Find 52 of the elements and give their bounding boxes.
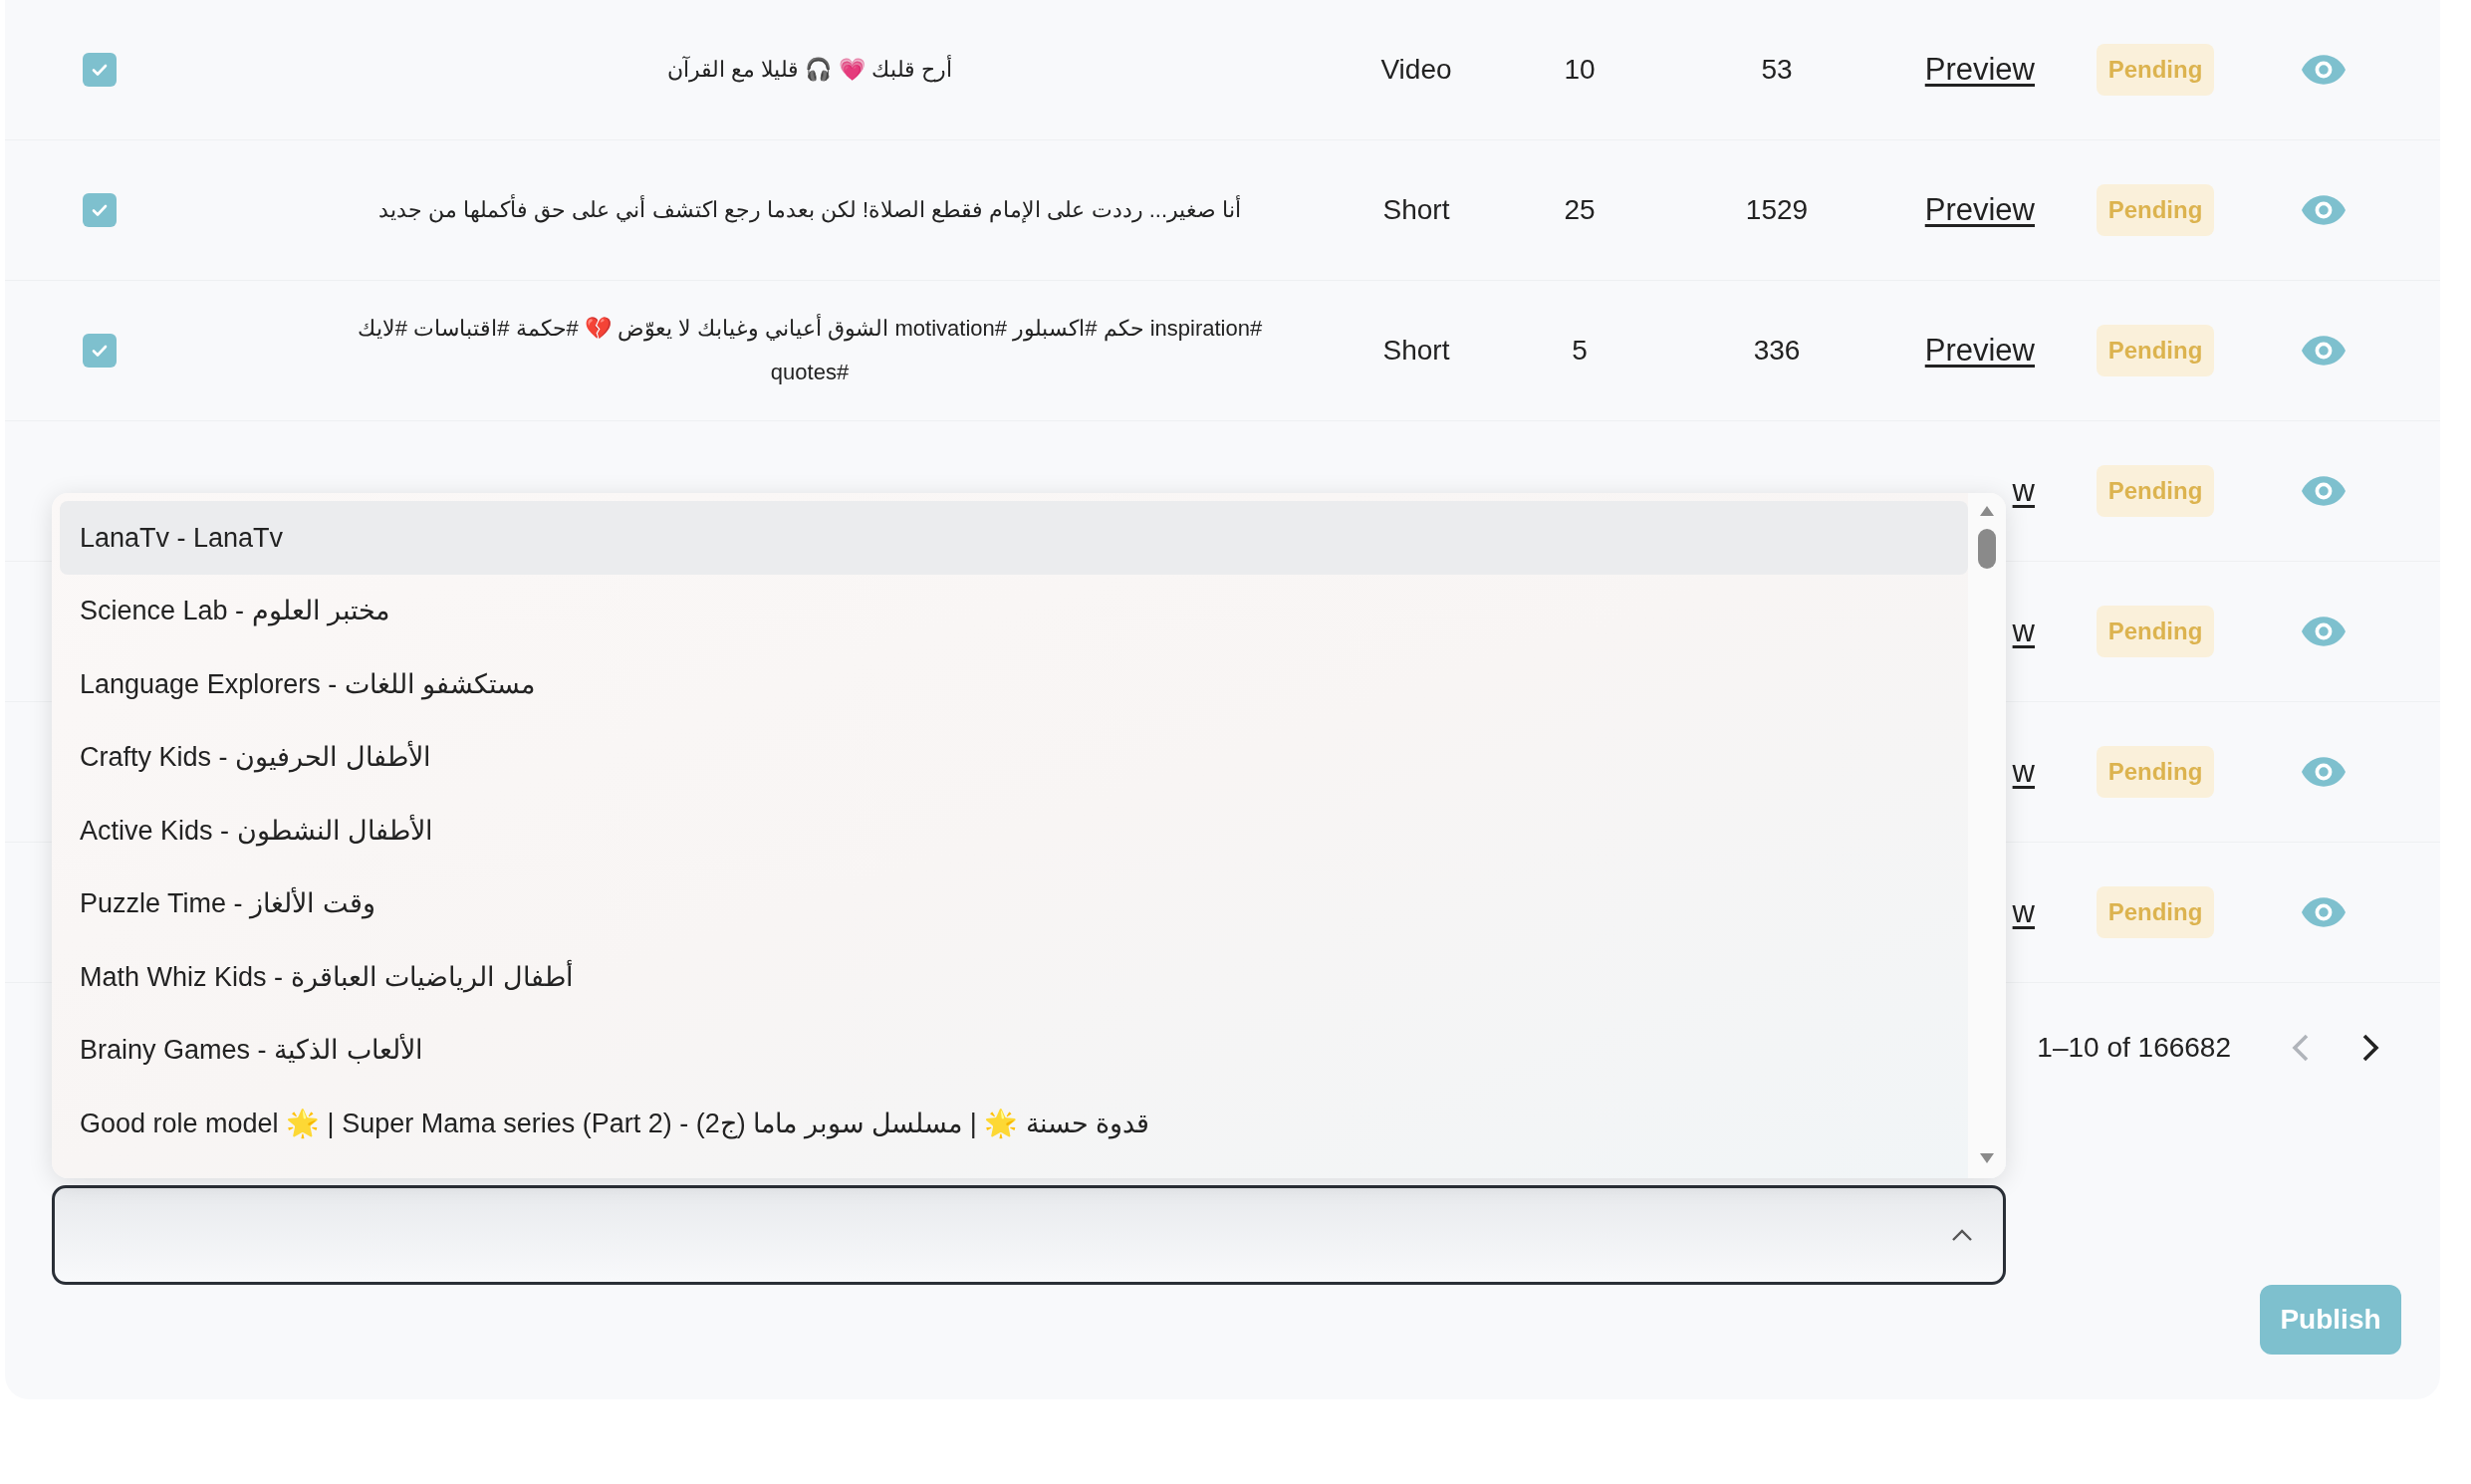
dropdown-option[interactable]: Crafty Kids - الأطفال الحرفيون [60, 720, 1968, 794]
checkbox[interactable] [83, 334, 117, 368]
dropdown-option[interactable]: Science Lab - مختبر العلوم [60, 574, 1968, 647]
scroll-up-icon[interactable] [1979, 505, 1995, 517]
video-type: Short [1382, 193, 1450, 227]
status-badge: Pending [2096, 886, 2215, 938]
video-title: أنا صغير... رددت على الإمام فقطع الصلاة! لكن بعدما رجع اكتشف أني على حق فأكملها من جديد [377, 188, 1242, 232]
status-badge: Pending [2096, 44, 2215, 96]
preview-link[interactable]: w [2012, 748, 2035, 796]
eye-icon[interactable] [2302, 336, 2346, 366]
eye-icon[interactable] [2302, 55, 2346, 85]
preview-link[interactable]: w [2012, 467, 2035, 515]
scroll-down-icon[interactable] [1979, 1152, 1995, 1164]
preview-link[interactable]: w [2012, 608, 2035, 655]
pagination-range: 1–10 of 166682 [2037, 1031, 2231, 1065]
checkbox[interactable] [83, 193, 117, 227]
view-count: 1529 [1745, 193, 1809, 227]
scrollbar-thumb[interactable] [1978, 529, 1996, 569]
eye-icon[interactable] [2302, 617, 2346, 646]
dropdown-option[interactable]: Good role model 🌟 | Super Mama series (Part 2) - قدوة حسنة 🌟 | مسلسل سوبر ماما (ج2) [60, 1087, 1968, 1160]
video-title: أرح قلبك 💗 🎧 قليلا مع القرآن [667, 54, 952, 85]
eye-icon[interactable] [2302, 757, 2346, 787]
view-count: 53 [1761, 53, 1793, 87]
scrollbar[interactable] [1968, 493, 2006, 1178]
preview-link[interactable]: Preview [1924, 186, 2035, 234]
chevron-icon [1951, 1228, 1973, 1242]
dropdown-option[interactable]: Puzzle Time - وقت الألغاز [60, 866, 1968, 940]
eye-icon[interactable] [2302, 476, 2346, 506]
video-type: Short [1382, 334, 1450, 368]
dropdown-option[interactable]: Language Explorers - مستكشفو اللغات [60, 647, 1968, 721]
status-badge: Pending [2096, 325, 2215, 376]
view-count: 336 [1753, 334, 1801, 368]
item-count: 25 [1564, 193, 1596, 227]
dropdown-option[interactable]: Brainy Games - الألعاب الذكية [60, 1013, 1968, 1087]
eye-icon[interactable] [2302, 897, 2346, 927]
video-title: #inspiration حكم #اكسبلور #motivation الشوق أعياني وغيابك لا يعوّض 💔 #حكمة #اقتباسات #لايك #quotes [356, 313, 1264, 386]
channel-select[interactable] [52, 1185, 2006, 1285]
preview-link[interactable]: Preview [1924, 327, 2035, 374]
preview-link[interactable]: w [2012, 888, 2035, 936]
eye-icon[interactable] [2302, 195, 2346, 225]
status-badge: Pending [2096, 606, 2215, 657]
item-count: 10 [1564, 53, 1596, 87]
dropdown-option[interactable]: Math Whiz Kids - أطفال الرياضيات العباقرة [60, 940, 1968, 1014]
status-badge: Pending [2096, 465, 2215, 517]
dropdown-option[interactable]: LanaTv - LanaTv [60, 501, 1968, 575]
status-badge: Pending [2096, 746, 2215, 798]
video-type: Video [1380, 53, 1452, 87]
status-badge: Pending [2096, 184, 2215, 236]
dropdown-option[interactable]: Active Kids - الأطفال النشطون [60, 794, 1968, 867]
item-count: 5 [1572, 334, 1588, 368]
preview-link[interactable]: Preview [1924, 46, 2035, 94]
checkbox[interactable] [83, 53, 117, 87]
